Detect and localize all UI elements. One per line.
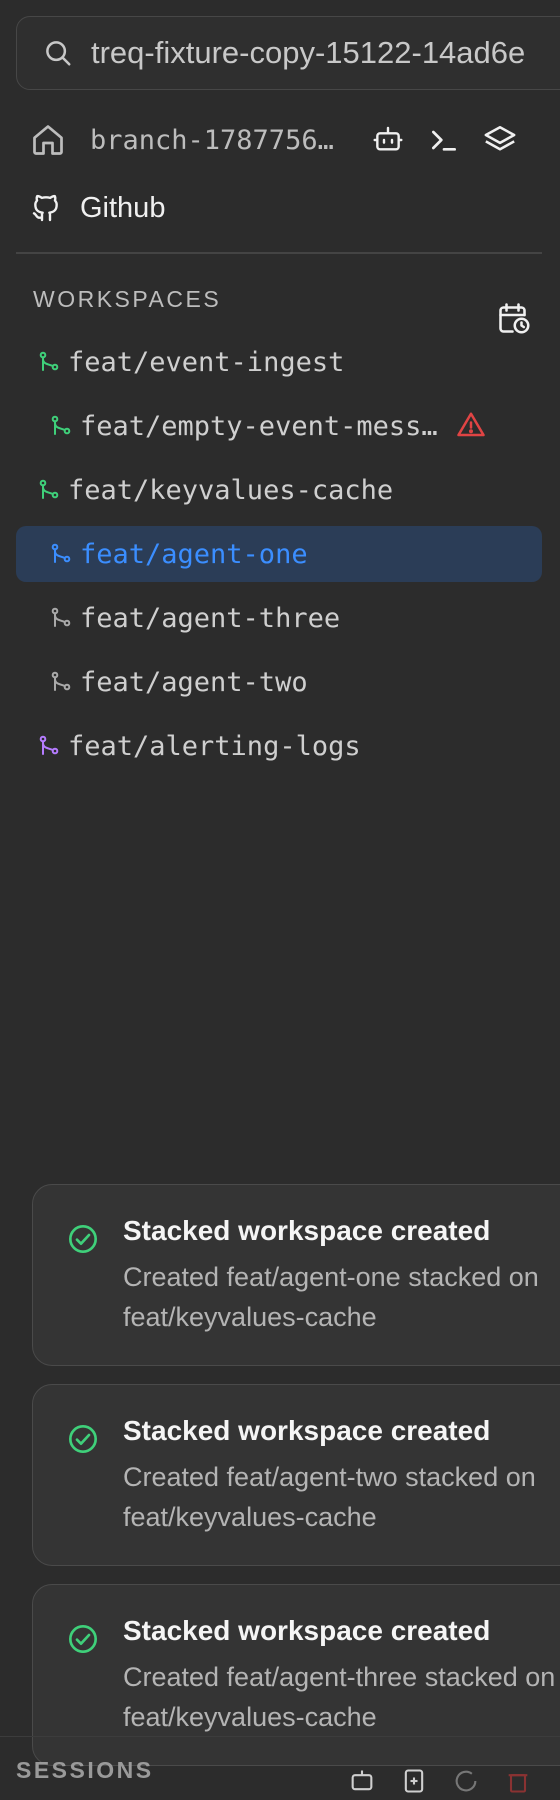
github-label: Github (80, 191, 166, 224)
workspace-item[interactable]: feat/agent-one (16, 526, 542, 582)
toast-message-line: feat/keyvalues-cache (123, 1702, 377, 1732)
workspaces-header: WORKSPACES (33, 286, 222, 312)
toast-message-line: feat/keyvalues-cache (123, 1502, 377, 1532)
git-branch-icon (36, 477, 62, 503)
github-link[interactable]: Github (30, 184, 165, 232)
toast-message: Created feat/agent-two stacked on feat/ke… (123, 1457, 560, 1537)
git-branch-icon (48, 605, 74, 631)
toast-message-line: feat/keyvalues-cache (123, 1302, 377, 1332)
toast-title: Stacked workspace created (123, 1215, 491, 1246)
layers-icon[interactable] (480, 120, 520, 160)
trash-icon[interactable] (504, 1767, 534, 1797)
check-circle-icon (67, 1623, 99, 1655)
sessions-section: SESSIONS (0, 1736, 560, 1800)
workspace-item[interactable]: feat/alerting-logs (36, 718, 516, 774)
toast-notification[interactable]: Stacked workspace created Created feat/ag… (32, 1184, 560, 1366)
search-input[interactable]: treq-fixture-copy-15122-14ad6e (91, 35, 525, 71)
branch-row: branch-1787756… (30, 112, 530, 168)
workspace-item[interactable]: feat/empty-event-mess… (48, 398, 518, 454)
file-plus-icon[interactable] (400, 1767, 430, 1797)
git-branch-icon (48, 541, 74, 567)
workspace-label: feat/agent-two (80, 666, 308, 698)
toast-message-line: Created feat/agent-one stacked on (123, 1262, 539, 1292)
sessions-header: SESSIONS (16, 1757, 154, 1783)
check-circle-icon (67, 1423, 99, 1455)
workspace-label: feat/alerting-logs (68, 730, 361, 762)
workspace-label: feat/event-ingest (68, 346, 345, 378)
sidebar-panel: treq-fixture-copy-15122-14ad6e branch-17… (0, 0, 560, 1800)
robot-icon[interactable] (368, 120, 408, 160)
workspace-item[interactable]: feat/agent-three (48, 590, 518, 646)
workspace-item[interactable]: feat/event-ingest (36, 334, 516, 390)
toast-notification[interactable]: Stacked workspace created Created feat/ag… (32, 1384, 560, 1566)
git-branch-icon (48, 669, 74, 695)
toast-message-line: Created feat/agent-three stacked on (123, 1662, 556, 1692)
workspace-label: feat/agent-one (80, 538, 308, 570)
github-icon (30, 192, 62, 224)
workspace-item[interactable]: feat/agent-two (48, 654, 518, 710)
home-icon[interactable] (30, 122, 66, 158)
workspace-label: feat/keyvalues-cache (68, 474, 394, 506)
workspace-label: feat/agent-three (80, 602, 341, 634)
refresh-icon[interactable] (452, 1767, 482, 1797)
divider (16, 252, 542, 254)
check-circle-icon (67, 1223, 99, 1255)
git-branch-icon (36, 349, 62, 375)
branch-name[interactable]: branch-1787756… (90, 125, 352, 156)
search-icon (41, 36, 75, 70)
git-branch-icon (48, 413, 74, 439)
robot-icon[interactable] (348, 1767, 378, 1797)
toast-message: Created feat/agent-three stacked on feat/… (123, 1657, 560, 1737)
terminal-icon[interactable] (424, 120, 464, 160)
workspace-label: feat/empty-event-mess… (80, 410, 438, 442)
toast-message-line: Created feat/agent-two stacked on (123, 1462, 536, 1492)
toast-message: Created feat/agent-one stacked on feat/ke… (123, 1257, 560, 1337)
calendar-clock-icon[interactable] (496, 300, 534, 338)
workspace-item[interactable]: feat/keyvalues-cache (36, 462, 516, 518)
git-branch-icon (36, 733, 62, 759)
toast-title: Stacked workspace created (123, 1415, 491, 1446)
warning-icon[interactable] (456, 410, 488, 442)
toast-title: Stacked workspace created (123, 1615, 491, 1646)
search-bar[interactable]: treq-fixture-copy-15122-14ad6e (16, 16, 560, 90)
